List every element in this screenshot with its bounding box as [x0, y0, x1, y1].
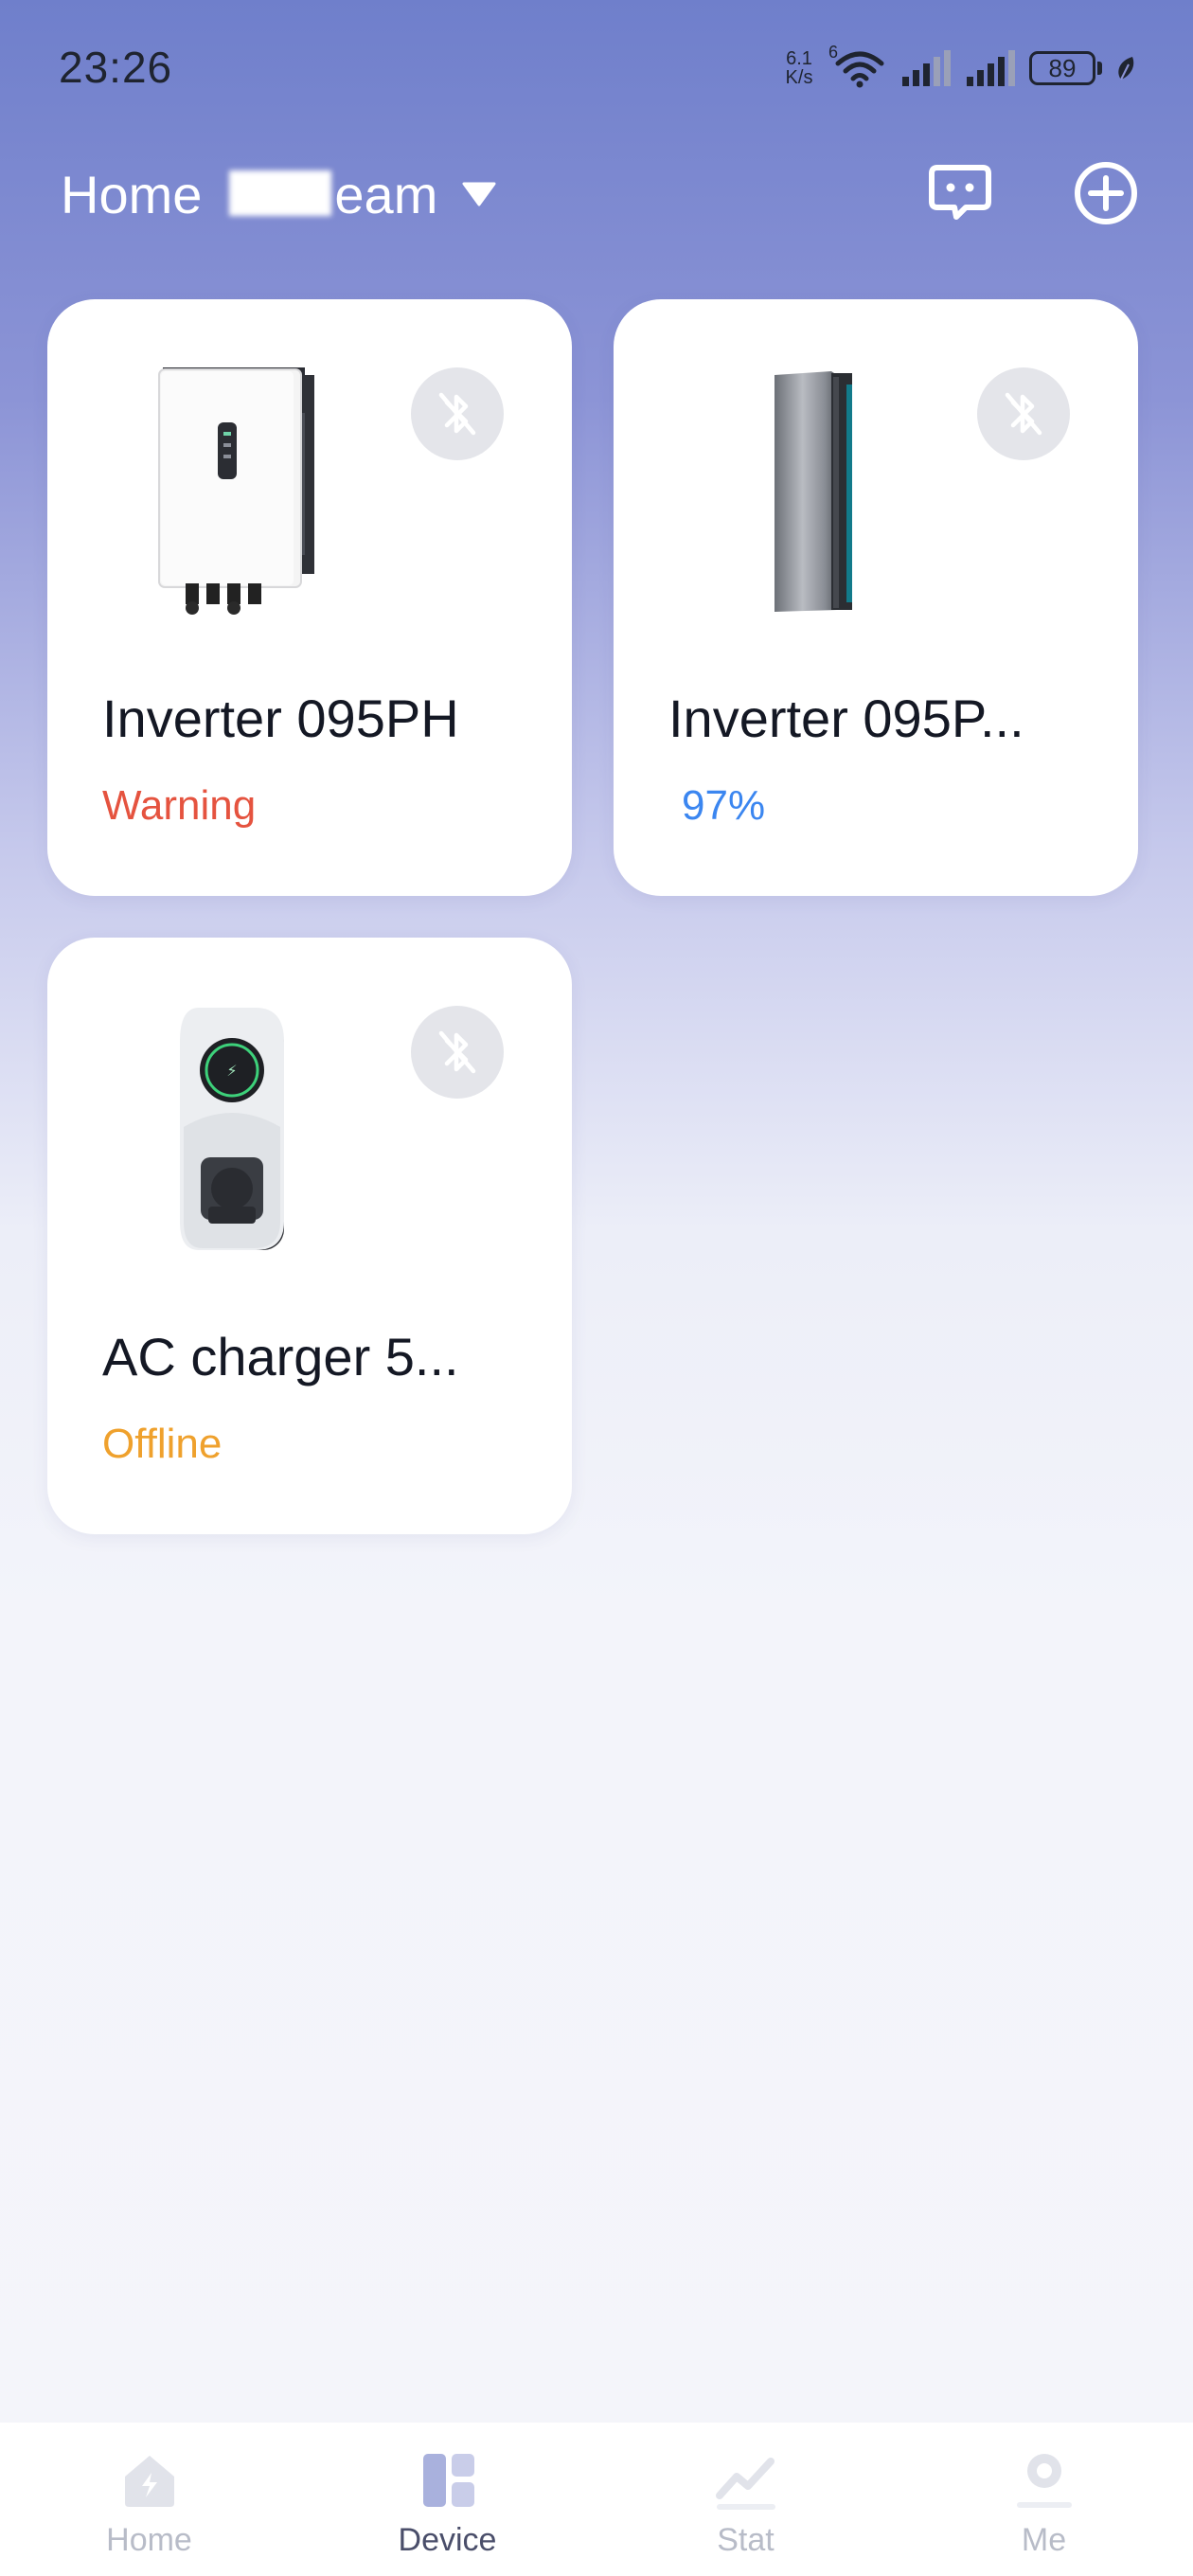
- device-name: AC charger 5...: [102, 1327, 459, 1386]
- signal-icon-1: [902, 50, 951, 86]
- nav-device[interactable]: Device: [298, 2423, 596, 2576]
- wifi-icon: 6: [828, 43, 887, 88]
- network-speed: 6.1 K/s: [779, 49, 819, 87]
- device-name: Inverter 095PH: [102, 689, 459, 748]
- bluetooth-off-icon: [438, 1030, 476, 1074]
- status-bar: 23:26 6.1 K/s 6 89: [0, 0, 1193, 142]
- leaf-icon: [1118, 57, 1134, 80]
- bottom-nav: Home Device Stat Me: [0, 2423, 1193, 2576]
- chat-icon: [929, 165, 991, 220]
- nav-me-label: Me: [1021, 2521, 1067, 2558]
- nav-device-label: Device: [398, 2521, 497, 2558]
- home-icon: [124, 2455, 174, 2507]
- network-speed-value: 6.1: [786, 48, 812, 69]
- nav-stat-label: Stat: [717, 2521, 775, 2558]
- wifi-badge: 6: [828, 43, 839, 62]
- status-icons: 6.1 K/s 6 89: [779, 43, 1136, 93]
- add-device-button[interactable]: [1072, 159, 1140, 227]
- add-circle-icon: [1075, 162, 1137, 224]
- device-card-inverter-1[interactable]: Inverter 095PH Warning: [47, 299, 572, 896]
- bluetooth-button[interactable]: [977, 367, 1070, 460]
- bluetooth-off-icon: [438, 392, 476, 436]
- battery-tower-image: [775, 371, 852, 612]
- svg-text:⚡: ⚡: [226, 1062, 237, 1080]
- battery-level: 89: [1029, 51, 1095, 85]
- home-selector[interactable]: Home eam: [61, 152, 496, 237]
- bluetooth-off-icon: [1005, 392, 1042, 436]
- device-status: 97%: [682, 782, 766, 829]
- device-icon: [422, 2453, 474, 2507]
- device-card-ac-charger[interactable]: ⚡ AC charger 5... Offline: [47, 938, 572, 1534]
- signal-icon-2: [967, 50, 1015, 86]
- stat-icon: [715, 2457, 775, 2510]
- network-speed-unit: K/s: [785, 67, 813, 88]
- device-name: Inverter 095P...: [668, 689, 1024, 748]
- redacted-patch: [229, 170, 331, 216]
- nav-home[interactable]: Home: [0, 2423, 298, 2576]
- nav-home-label: Home: [106, 2521, 192, 2558]
- nav-me[interactable]: Me: [895, 2423, 1193, 2576]
- nav-stat[interactable]: Stat: [596, 2423, 895, 2576]
- bluetooth-button[interactable]: [411, 367, 504, 460]
- dropdown-triangle-icon: [462, 182, 496, 206]
- status-time: 23:26: [59, 43, 173, 92]
- device-status: Offline: [102, 1421, 223, 1467]
- battery-icon: 89: [1029, 51, 1102, 85]
- bluetooth-button[interactable]: [411, 1006, 504, 1099]
- device-card-inverter-2[interactable]: Inverter 095P... 97%: [614, 299, 1138, 896]
- me-icon: [1016, 2453, 1072, 2508]
- wall-inverter-image: [158, 367, 314, 615]
- ev-charger-image: ⚡: [180, 1008, 284, 1250]
- chat-button[interactable]: [926, 159, 994, 227]
- device-status: Warning: [102, 782, 257, 829]
- header: Home eam: [0, 152, 1193, 237]
